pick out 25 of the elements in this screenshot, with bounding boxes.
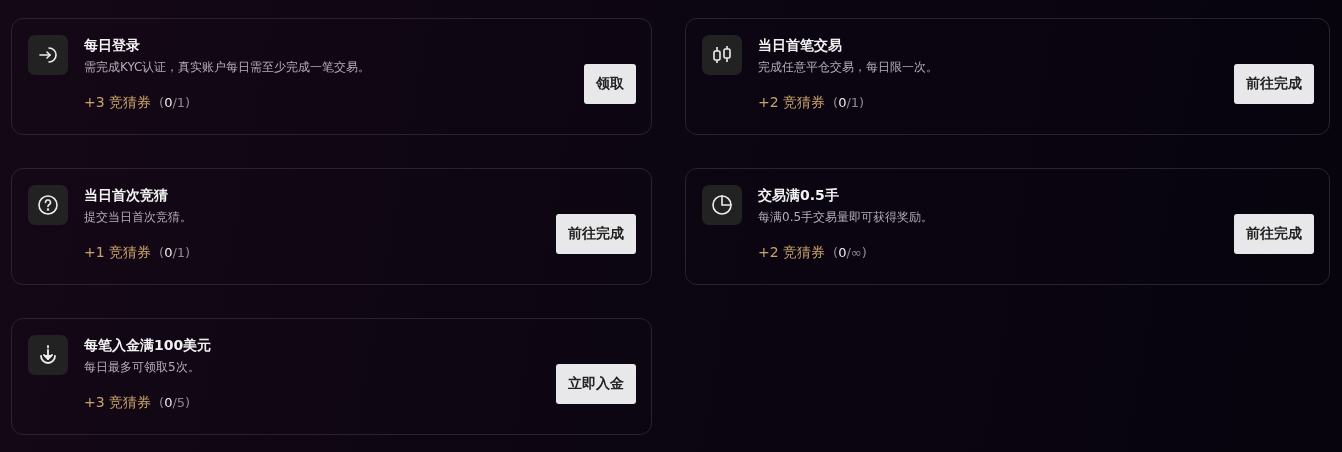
action-button[interactable]: 前往完成 bbox=[1234, 63, 1314, 104]
reward-amount: +1 竞猜券 bbox=[84, 244, 152, 262]
reward-amount: +2 竞猜券 bbox=[758, 244, 826, 262]
task-description: 需完成KYC认证，真实账户每日需至少完成一笔交易。 bbox=[84, 59, 372, 76]
action-button[interactable]: 前往完成 bbox=[556, 213, 636, 254]
progress-count: (0/∞) bbox=[833, 245, 867, 260]
action-button[interactable]: 领取 bbox=[584, 63, 636, 104]
action-button[interactable]: 立即入金 bbox=[556, 363, 636, 404]
task-title: 每笔入金满100美元 bbox=[84, 336, 213, 355]
task-description: 每满0.5手交易量即可获得奖励。 bbox=[758, 209, 935, 226]
reward-amount: +3 竞猜券 bbox=[84, 94, 152, 112]
action-button[interactable]: 前往完成 bbox=[1234, 213, 1314, 254]
task-title: 交易满0.5手 bbox=[758, 186, 840, 205]
task-description: 完成任意平仓交易，每日限一次。 bbox=[758, 59, 939, 76]
progress-count: (0/1) bbox=[159, 245, 191, 260]
task-title: 当日首笔交易 bbox=[758, 36, 843, 55]
task-description: 每日最多可领取5次。 bbox=[84, 359, 201, 376]
reward-amount: +2 竞猜券 bbox=[758, 94, 826, 112]
task-title: 每日登录 bbox=[84, 36, 141, 55]
reward-amount: +3 竞猜券 bbox=[84, 394, 152, 412]
progress-count: (0/5) bbox=[159, 395, 191, 410]
progress-count: (0/1) bbox=[159, 95, 191, 110]
progress-count: (0/1) bbox=[833, 95, 865, 110]
task-title: 当日首次竞猜 bbox=[84, 186, 169, 205]
task-description: 提交当日首次竞猜。 bbox=[84, 209, 193, 226]
